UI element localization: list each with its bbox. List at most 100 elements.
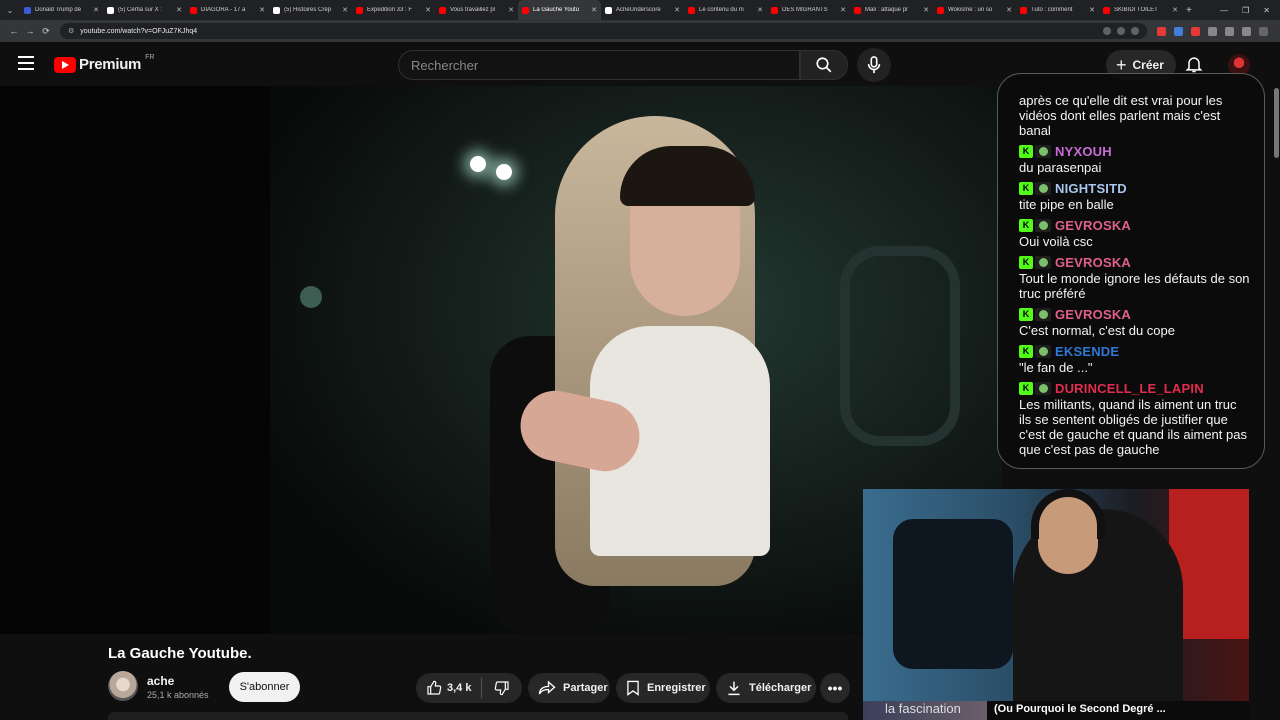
tab-close-icon[interactable]: ✕ (674, 6, 680, 14)
tab-close-icon[interactable]: ✕ (591, 6, 597, 14)
chat-message-text: Oui voilà csc (1019, 234, 1093, 249)
tab-close-icon[interactable]: ✕ (1089, 6, 1095, 14)
logo-text: Premium (79, 56, 142, 73)
browser-tab[interactable]: La Gauche Youtu ✕ (518, 0, 601, 20)
tab-close-icon[interactable]: ✕ (176, 6, 182, 14)
tab-favicon-icon (190, 6, 197, 14)
browser-tab[interactable]: DES MIGRANTS ✕ (767, 0, 850, 20)
browser-tab[interactable]: AcheUnderscore ✕ (601, 0, 684, 20)
download-icon (726, 680, 742, 696)
browser-tab[interactable]: (5) Histoires Crép ✕ (269, 0, 352, 20)
new-tab-icon[interactable]: + (1186, 5, 1192, 16)
browser-menu-icon[interactable] (1259, 26, 1268, 36)
search-icon (816, 57, 832, 73)
tab-close-icon[interactable]: ✕ (757, 6, 763, 14)
reload-icon[interactable]: ⟳ (38, 26, 54, 37)
search-input[interactable]: Rechercher (398, 50, 800, 80)
tab-close-icon[interactable]: ✕ (342, 6, 348, 14)
chat-message-header: K NIGHTSITD (1019, 180, 1250, 196)
channel-avatar[interactable] (108, 671, 138, 701)
channel-name[interactable]: ache (147, 674, 174, 688)
tab-title: SKIBIDI TOILET (1114, 7, 1158, 13)
browser-tab[interactable]: Mali : attaque pr ✕ (850, 0, 933, 20)
menu-icon[interactable] (18, 56, 34, 70)
back-icon[interactable]: ← (6, 26, 22, 36)
browser-tab[interactable]: DIAGORA - 17 a ✕ (186, 0, 269, 20)
page-scrollbar[interactable] (1272, 86, 1280, 720)
browser-tab[interactable]: SKIBIDI TOILET ✕ (1099, 0, 1182, 20)
chat-message: K GEVROSKA Tout le monde ignore les défaut… (1019, 254, 1250, 301)
zoom-icon[interactable] (1117, 27, 1125, 35)
youtube-logo[interactable]: Premium FR (54, 54, 155, 73)
notifications-bell-icon[interactable] (1184, 54, 1204, 74)
tab-title: Vous travaillez pl (450, 7, 496, 13)
tab-close-icon[interactable]: ✕ (840, 6, 846, 14)
country-code: FR (145, 54, 155, 61)
chat-message-text: "le fan de ..." (1019, 360, 1093, 375)
extensions-bar (1157, 26, 1274, 36)
extensions-puzzle-icon[interactable] (1225, 26, 1234, 36)
video-title: La Gauche Youtube. (108, 645, 252, 662)
more-actions-button[interactable]: ••• (820, 673, 850, 703)
tab-favicon-icon (1020, 6, 1027, 14)
bookmark-star-icon[interactable] (1131, 27, 1139, 35)
browser-tab[interactable]: Tuto : comment ✕ (1016, 0, 1099, 20)
tab-close-icon[interactable]: ✕ (1172, 6, 1178, 14)
close-window-icon[interactable]: ✕ (1263, 6, 1270, 15)
browser-toolbar: ← → ⟳ ⚙ youtube.com/watch?v=OFJuZ7KJhq4 (0, 20, 1280, 42)
tab-favicon-icon (356, 6, 363, 14)
like-button[interactable] (426, 680, 442, 696)
dislike-button[interactable] (494, 680, 510, 696)
save-button[interactable]: Enregistrer (616, 673, 710, 703)
extension-icon[interactable] (1174, 26, 1183, 36)
browser-tab[interactable]: Donald Trump dé ✕ (20, 0, 103, 20)
thumbs-up-icon (427, 680, 442, 695)
video-frame-light (470, 156, 486, 172)
video-letterbox (0, 86, 270, 634)
minimize-icon[interactable]: — (1220, 6, 1228, 15)
address-bar[interactable]: ⚙ youtube.com/watch?v=OFJuZ7KJhq4 (60, 23, 1147, 39)
like-count: 3,4 k (447, 682, 472, 694)
tab-close-icon[interactable]: ✕ (1006, 6, 1012, 14)
tab-search-icon[interactable]: ⌄ (0, 0, 20, 20)
tab-close-icon[interactable]: ✕ (508, 6, 514, 14)
site-info-icon[interactable]: ⚙ (68, 27, 74, 35)
extension-icon[interactable] (1157, 26, 1166, 36)
chat-username: GEVROSKA (1055, 306, 1132, 322)
headphones-icon (1031, 489, 1105, 539)
subscribe-button[interactable]: S'abonner (229, 672, 300, 702)
tab-title: Donald Trump dé (35, 7, 82, 13)
chat-message-header: K NYXOUH (1019, 143, 1250, 159)
tab-favicon-icon (688, 6, 695, 14)
browser-tab[interactable]: Expedition 33 : F ✕ (352, 0, 435, 20)
browser-tab[interactable]: Vous travaillez pl ✕ (435, 0, 518, 20)
tab-favicon-icon (771, 6, 778, 14)
tab-close-icon[interactable]: ✕ (93, 6, 99, 14)
youtube-play-icon (54, 56, 76, 73)
forward-icon[interactable]: → (22, 26, 38, 36)
chat-previous-message: après ce qu'elle dit est vrai pour les v… (1019, 93, 1223, 138)
browser-tab[interactable]: Le contenu du m ✕ (684, 0, 767, 20)
download-button[interactable]: Télécharger (716, 673, 816, 703)
search-button[interactable] (800, 50, 848, 80)
caption-thumbnail: la fascination (863, 701, 987, 720)
tab-close-icon[interactable]: ✕ (259, 6, 265, 14)
browser-tab[interactable]: Wokisme : un so ✕ (933, 0, 1016, 20)
install-app-icon[interactable] (1103, 27, 1111, 35)
profile-icon[interactable] (1242, 26, 1251, 36)
maximize-icon[interactable]: ❐ (1242, 6, 1249, 15)
tab-close-icon[interactable]: ✕ (425, 6, 431, 14)
share-button[interactable]: Partager (528, 673, 610, 703)
chat-message-text: C'est normal, c'est du cope (1019, 323, 1175, 338)
browser-tab[interactable]: (5) Cerfia sur X : ✕ (103, 0, 186, 20)
tab-title: DES MIGRANTS (782, 7, 828, 13)
subscriber-badge-icon (1035, 381, 1051, 395)
tab-title: Expedition 33 : F (367, 7, 413, 13)
extension-icon[interactable] (1191, 26, 1200, 36)
chat-username: DURINCELL_LE_LAPIN (1055, 380, 1204, 396)
scrollbar-thumb[interactable] (1274, 88, 1279, 158)
voice-search-button[interactable] (857, 48, 891, 82)
share-label: Partager (563, 682, 608, 694)
tab-close-icon[interactable]: ✕ (923, 6, 929, 14)
extension-icon[interactable] (1208, 26, 1217, 36)
